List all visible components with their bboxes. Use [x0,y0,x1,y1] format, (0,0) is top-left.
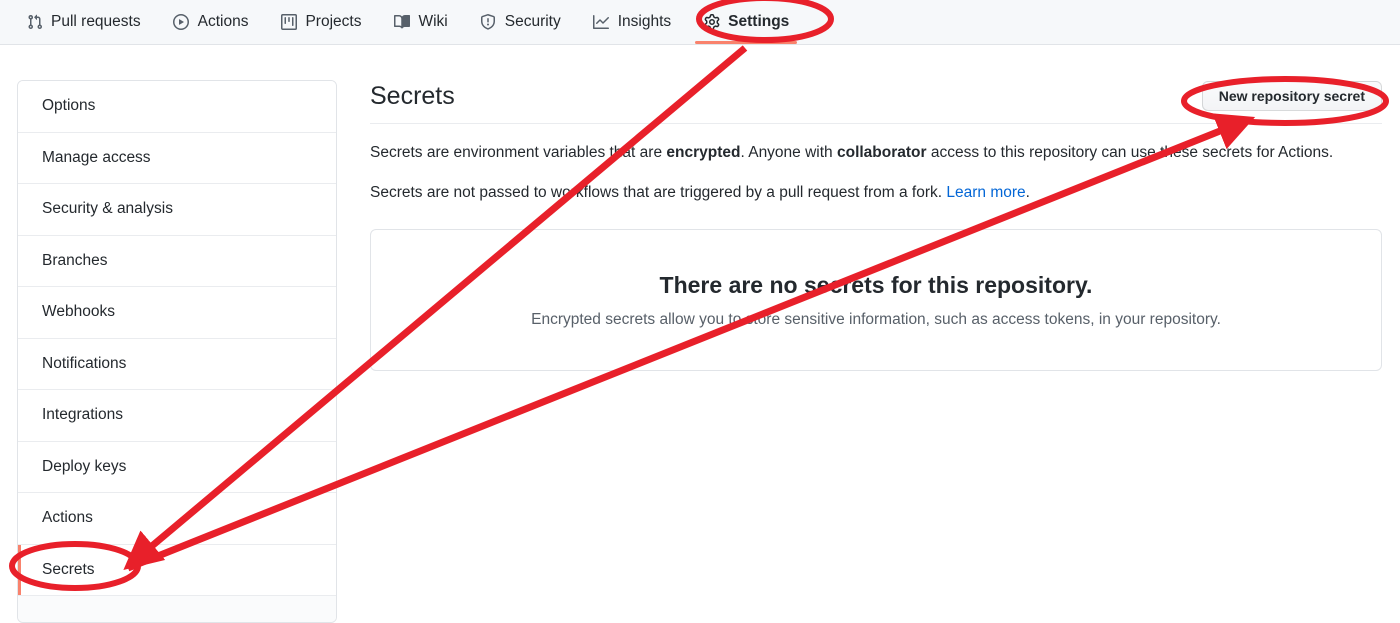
nav-tab-security[interactable]: Security [464,0,577,44]
desc-text-1: Secrets are environment variables that a… [370,143,667,161]
empty-state-panel: There are no secrets for this repository… [370,229,1382,371]
secrets-description-paragraph: Secrets are environment variables that a… [370,141,1382,164]
sidebar-item-label: Actions [42,509,93,527]
settings-main-content: Secrets New repository secret Secrets ar… [370,80,1382,371]
sidebar-item-partial[interactable] [18,596,336,622]
nav-tab-settings[interactable]: Settings [687,0,805,44]
nav-tab-label: Insights [617,13,672,30]
shield-icon [480,14,497,31]
nav-tab-insights[interactable]: Insights [577,0,687,44]
play-circle-icon [173,14,190,31]
desc-text-2: . Anyone with [740,143,837,161]
sidebar-item-manage-access[interactable]: Manage access [18,132,336,184]
fork-note-period: . [1025,183,1030,201]
sidebar-item-label: Notifications [42,354,127,372]
settings-sidebar: Options Manage access Security & analysis B… [17,80,337,623]
nav-tab-label: Actions [197,13,249,30]
settings-page-body: Options Manage access Security & analysis B… [0,45,1400,623]
nav-tab-label: Wiki [418,13,448,30]
graph-icon [593,14,610,31]
git-pull-request-icon [26,14,43,31]
sidebar-item-label: Manage access [42,148,151,166]
desc-text-3: access to this repository can use these … [926,143,1334,161]
nav-tab-list: Pull requests Actions Projects Wiki Security… [0,0,1400,44]
nav-tab-wiki[interactable]: Wiki [377,0,463,44]
empty-state-subtitle: Encrypted secrets allow you to store sen… [531,310,1221,328]
project-board-icon [280,14,297,31]
nav-tab-label: Security [504,13,561,30]
nav-tab-pull-requests[interactable]: Pull requests [10,0,157,44]
sidebar-item-options[interactable]: Options [18,81,336,133]
secrets-fork-note-paragraph: Secrets are not passed to workflows that… [370,181,1382,204]
sidebar-item-security-analysis[interactable]: Security & analysis [18,184,336,236]
nav-tab-actions[interactable]: Actions [157,0,265,44]
sidebar-item-branches[interactable]: Branches [18,235,336,287]
nav-tab-projects[interactable]: Projects [264,0,377,44]
nav-tab-label: Pull requests [51,13,141,30]
desc-bold-encrypted: encrypted [666,143,741,161]
new-repository-secret-button[interactable]: New repository secret [1201,81,1382,112]
empty-state-title: There are no secrets for this repository… [659,271,1093,298]
sidebar-item-label: Webhooks [42,303,115,321]
sidebar-item-label: Branches [42,251,108,269]
nav-tab-label: Projects [305,13,362,30]
sidebar-item-label: Deploy keys [42,457,127,475]
desc-bold-collaborator: collaborator [836,143,927,161]
repository-nav-bar: Pull requests Actions Projects Wiki Security… [0,0,1400,45]
learn-more-link[interactable]: Learn more [946,184,1025,201]
sidebar-item-label: Options [42,97,96,115]
sidebar-item-notifications[interactable]: Notifications [18,338,336,390]
sidebar-item-secrets[interactable]: Secrets [18,544,336,596]
sidebar-item-webhooks[interactable]: Webhooks [18,287,336,339]
sidebar-item-label: Secrets [42,560,95,578]
sidebar-item-label: Integrations [42,406,123,424]
gear-icon [703,14,720,31]
sidebar-item-integrations[interactable]: Integrations [18,390,336,442]
sidebar-item-label: Security & analysis [42,200,173,218]
nav-tab-label: Settings [728,13,790,30]
book-icon [393,14,410,31]
secrets-header: Secrets New repository secret [370,80,1382,124]
page-title: Secrets [370,82,455,110]
sidebar-item-actions[interactable]: Actions [18,493,336,545]
sidebar-item-deploy-keys[interactable]: Deploy keys [18,441,336,493]
fork-note-text: Secrets are not passed to workflows that… [370,183,947,201]
